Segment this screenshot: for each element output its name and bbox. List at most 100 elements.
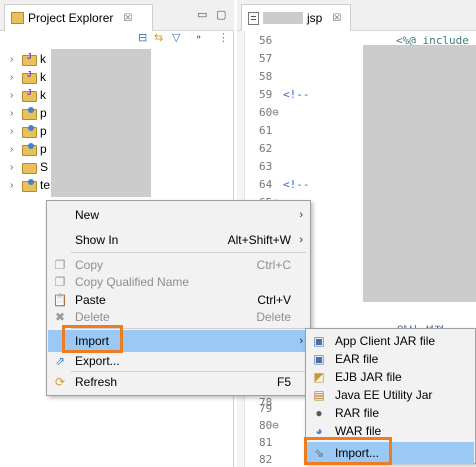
view-menu-icon[interactable]: ⁍: [196, 31, 202, 45]
expand-arrow-icon[interactable]: ›: [10, 72, 18, 83]
tree-item-label: S: [40, 160, 49, 174]
menu-item-label: New: [75, 208, 100, 222]
expand-arrow-icon[interactable]: ›: [10, 162, 18, 173]
menu-item-label: RAR file: [335, 406, 380, 420]
menu-item-label: Export...: [75, 354, 120, 368]
menu-item-shortcut: Delete: [256, 310, 291, 324]
maximize-icon[interactable]: ▢: [216, 8, 226, 21]
tree-item-project[interactable]: › p: [10, 104, 47, 122]
folder-icon: [22, 161, 37, 174]
tree-item-project[interactable]: › k: [10, 50, 46, 68]
editor-tab-bar: jsp ☒: [237, 0, 476, 31]
menu-item-show-in[interactable]: Show In Alt+Shift+W ›: [48, 229, 309, 251]
tree-item-label: k: [40, 88, 46, 102]
callout-box-import: [62, 325, 123, 353]
code-comment: <!--: [283, 88, 310, 101]
menu-item-new[interactable]: New ›: [48, 204, 309, 226]
menu-item-export[interactable]: ⇗ Export...: [48, 350, 309, 372]
tab-label: Project Explorer: [28, 11, 114, 25]
line-number: 60⊖: [259, 106, 279, 119]
tab-jsp-file[interactable]: jsp ☒: [241, 4, 351, 31]
jsp-file-icon: [248, 11, 259, 25]
line-number: 59: [259, 88, 273, 101]
refresh-icon: ⟳: [54, 375, 66, 389]
link-with-editor-icon[interactable]: ⇆: [154, 31, 163, 45]
export-icon: ⇗: [54, 354, 66, 368]
tree-item-project[interactable]: › p: [10, 140, 47, 158]
web-project-icon: [22, 143, 37, 156]
line-number: 64: [259, 178, 273, 191]
tree-item-project[interactable]: › k: [10, 86, 46, 104]
menu-item-label: WAR file: [335, 424, 382, 438]
tree-item-label: k: [40, 52, 46, 66]
menu-item-shortcut: F5: [276, 375, 291, 389]
tree-item-project[interactable]: › S: [10, 158, 48, 176]
expand-arrow-icon[interactable]: ›: [10, 144, 18, 155]
expand-arrow-icon[interactable]: ›: [10, 126, 18, 137]
tree-item-label: te: [40, 178, 51, 192]
collapse-all-icon[interactable]: ⊟: [138, 31, 147, 45]
line-number: 79: [259, 402, 273, 415]
explorer-toolbar: ⊟ ⇆ ▽ ⁍ ⋮: [0, 31, 234, 47]
submenu-arrow-icon: ›: [299, 209, 303, 221]
java-project-icon: [22, 52, 37, 66]
expand-arrow-icon[interactable]: ›: [10, 108, 18, 119]
menu-item-shortcut: Ctrl+V: [257, 293, 291, 307]
expand-arrow-icon[interactable]: ›: [10, 54, 18, 65]
tree-item-project[interactable]: › te: [10, 176, 50, 194]
delete-icon: ✖: [54, 310, 66, 324]
menu-item-label: Copy Qualified Name: [75, 275, 190, 289]
line-number: 63: [259, 160, 273, 173]
menu-item-label: Copy: [75, 258, 104, 272]
submenu-arrow-icon: ›: [299, 335, 303, 347]
tab-label: jsp: [307, 11, 323, 25]
close-icon[interactable]: ☒: [332, 13, 341, 24]
menu-item-shortcut: Ctrl+C: [256, 258, 291, 272]
line-number: 58: [259, 70, 273, 83]
web-project-icon: [22, 125, 37, 138]
tree-item-label: p: [40, 142, 47, 156]
menu-item-label: Paste: [75, 293, 106, 307]
line-number: 62: [259, 142, 273, 155]
copy-qualified-icon: ❐: [54, 275, 66, 289]
ear-file-icon: ▣: [313, 352, 325, 366]
menu-item-label: Show In: [75, 233, 119, 247]
explorer-tab-bar: Project Explorer ☒ ▭ ▢: [0, 0, 234, 31]
tree-item-label: k: [40, 70, 46, 84]
app-client-jar-icon: ▣: [313, 334, 325, 348]
tree-item-project[interactable]: › k: [10, 68, 46, 86]
context-menu: New › Show In Alt+Shift+W › ❐ Copy Ctrl+…: [46, 200, 311, 396]
more-icon[interactable]: ⋮: [218, 31, 229, 45]
redaction-block: [363, 45, 476, 302]
filter-icon[interactable]: ▽: [172, 31, 180, 45]
minimize-icon[interactable]: ▭: [197, 8, 207, 21]
menu-item-label: Refresh: [75, 375, 118, 389]
utility-jar-icon: ▤: [313, 388, 325, 402]
tab-project-explorer[interactable]: Project Explorer ☒: [4, 4, 153, 31]
java-project-icon: [22, 88, 37, 102]
line-number: 81: [259, 436, 273, 449]
menu-item-label: Delete: [75, 310, 110, 324]
line-number: 61: [259, 124, 273, 137]
menu-item-shortcut: Alt+Shift+W: [227, 233, 291, 247]
project-explorer-icon: [11, 12, 24, 24]
line-number: 82: [259, 453, 273, 466]
line-number: 57: [259, 52, 273, 65]
close-icon[interactable]: ☒: [123, 13, 132, 24]
menu-item-refresh[interactable]: ⟳ Refresh F5: [48, 371, 309, 393]
tree-item-project[interactable]: › p: [10, 122, 47, 140]
rar-file-icon: ●: [315, 406, 323, 420]
menu-item-label: Java EE Utility Jar: [335, 388, 433, 402]
web-project-icon: [22, 107, 37, 120]
expand-arrow-icon[interactable]: ›: [10, 180, 18, 191]
expand-arrow-icon[interactable]: ›: [10, 90, 18, 101]
menu-separator: [71, 252, 306, 253]
redaction-block: [263, 12, 303, 24]
menu-item-label: App Client JAR file: [335, 334, 436, 348]
line-number: 80⊖: [259, 419, 279, 432]
ejb-jar-icon: ◩: [313, 370, 325, 384]
submenu-arrow-icon: ›: [299, 234, 303, 246]
web-project-icon: [22, 179, 37, 192]
callout-box-import-wizard: [304, 437, 392, 465]
tree-item-label: p: [40, 106, 47, 120]
